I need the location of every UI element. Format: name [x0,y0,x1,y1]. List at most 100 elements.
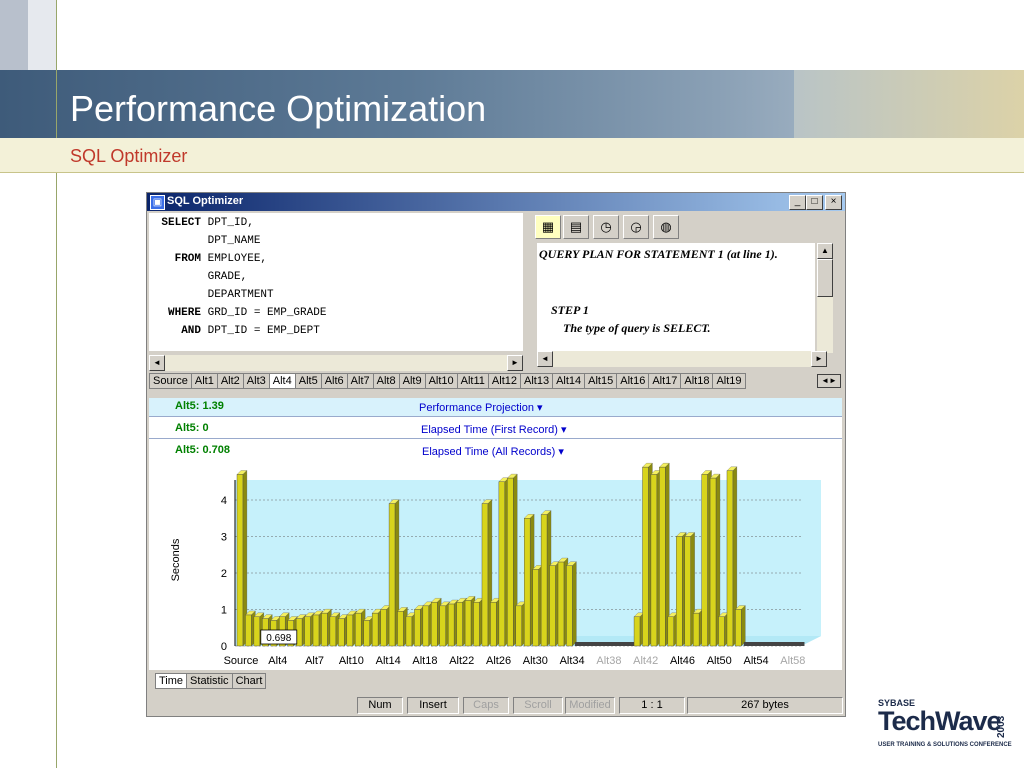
scroll-thumb[interactable] [817,259,833,297]
bar [709,477,717,647]
all-records-row[interactable]: Alt5: 0.708 Elapsed Time (All Records) ▾ [149,442,842,460]
x-tick-label: Alt7 [305,655,324,667]
sql-keyword: SELECT [161,217,201,229]
scroll-right-arrow-icon[interactable]: ► [507,355,523,371]
plan-hscrollbar[interactable]: ◄ ► [537,351,827,367]
x-tick-label: Alt38 [596,655,621,667]
bar [735,609,742,647]
bar [236,474,244,647]
scroll-left-arrow-icon[interactable]: ◄ [537,351,553,367]
y-axis-label: Seconds [170,538,182,581]
tab-time[interactable]: Time [155,673,188,689]
bar-empty [769,642,780,646]
bar-empty [574,642,585,646]
bar-side [741,605,746,647]
bar [524,518,531,647]
bar [566,565,573,647]
tab-alt15[interactable]: Alt15 [584,373,618,389]
performance-projection-row[interactable]: Alt5: 1.39 Performance Projection ▾ [149,398,842,417]
tab-alt11[interactable]: Alt11 [456,373,489,389]
tab-alt16[interactable]: Alt16 [616,373,650,389]
tab-source[interactable]: Source [149,373,192,389]
plan-step: STEP 1 [551,303,589,317]
plan-detail: The type of query is SELECT. [563,321,711,335]
x-tick-label: Alt4 [268,655,287,667]
x-tick-label: Alt54 [744,655,769,667]
timer-icon[interactable]: ◷ [593,215,619,239]
scroll-up-arrow-icon[interactable]: ▲ [817,243,833,259]
bar [321,612,328,647]
tab-alt5[interactable]: Alt5 [294,373,322,389]
tab-alt1[interactable]: Alt1 [190,373,218,389]
bar [464,600,472,647]
tab-alt9[interactable]: Alt9 [398,373,426,389]
tab-alt8[interactable]: Alt8 [372,373,400,389]
bar [312,614,320,647]
sql-text: DEPARTMENT [207,289,274,301]
globe-icon[interactable]: ◍ [653,215,679,239]
plan-view-icon[interactable]: ▦ [535,215,561,239]
close-button[interactable]: × [825,195,842,210]
timer-alt-icon[interactable]: ◶ [623,215,649,239]
bar [414,609,421,647]
bar-side [572,561,577,647]
bar [667,616,674,647]
bar [363,620,370,647]
minimize-button[interactable]: _ [789,195,806,210]
bar-empty [777,642,788,646]
x-tick-label: Alt34 [560,655,585,667]
sql-text: GRADE, [207,271,248,283]
x-tick-label: Alt14 [376,655,401,667]
tab-alt19[interactable]: Alt19 [712,373,746,389]
sql-text: EMPLOYEE, [207,253,268,265]
tab-alt7[interactable]: Alt7 [346,373,374,389]
bar [329,616,337,647]
logo-name: TechWave [878,706,1002,736]
tab-alt18[interactable]: Alt18 [680,373,714,389]
scroll-left-arrow-icon[interactable]: ◄ [149,355,165,371]
plan-vscrollbar[interactable]: ▲ [817,243,833,353]
tab-alt14[interactable]: Alt14 [552,373,586,389]
query-plan-pane: ▦ ▤ ◷ ◶ ◍ QUERY PLAN FOR STATEMENT 1 (at… [533,213,843,367]
bar [540,514,548,647]
status-size: 267 bytes [687,697,843,714]
logo-tagline: USER TRAINING & SOLUTIONS CONFERENCE [878,742,1012,748]
bar-empty [600,642,611,646]
bar [253,616,261,647]
bar [718,616,725,647]
tab-scroll-icon[interactable]: ◄► [817,374,841,388]
window-titlebar[interactable]: ▣ SQL Optimizer _ □ × [147,193,845,211]
editor-hscrollbar[interactable]: ◄ ► [149,355,523,371]
tab-alt3[interactable]: Alt3 [242,373,270,389]
maximize-button[interactable]: □ [806,195,823,210]
projection-dropdown[interactable]: Performance Projection ▾ [419,401,543,414]
tab-chart[interactable]: Chart [231,673,267,689]
bar [684,536,691,647]
window-title: SQL Optimizer [167,195,244,207]
tab-alt13[interactable]: Alt13 [520,373,554,389]
scroll-right-arrow-icon[interactable]: ► [811,351,827,367]
details-icon[interactable]: ▤ [563,215,589,239]
first-record-row[interactable]: Alt5: 0 Elapsed Time (First Record) ▾ [149,420,842,439]
tab-alt6[interactable]: Alt6 [320,373,348,389]
tab-alt12[interactable]: Alt12 [487,373,521,389]
tab-statistic[interactable]: Statistic [186,673,233,689]
bar [355,612,362,647]
bar-empty [743,642,754,646]
bar [388,503,396,647]
tab-alt4[interactable]: Alt4 [268,373,296,389]
bar [380,609,387,647]
tab-alt17[interactable]: Alt17 [648,373,682,389]
first-record-dropdown[interactable]: Elapsed Time (First Record) ▾ [421,423,567,436]
sql-text: DPT_NAME [207,235,261,247]
y-tick-label: 0 [221,641,227,653]
sql-editor[interactable]: SELECT DPT_ID, DPT_NAME FROM EMPLOYEE, G… [149,213,523,351]
tab-alt10[interactable]: Alt10 [424,373,458,389]
tab-alt2[interactable]: Alt2 [216,373,244,389]
all-records-dropdown[interactable]: Elapsed Time (All Records) ▾ [422,445,564,458]
bar-empty [760,642,771,646]
status-caps: Caps [463,697,509,714]
bar [245,614,252,647]
bar [701,474,708,647]
bar [532,569,539,647]
